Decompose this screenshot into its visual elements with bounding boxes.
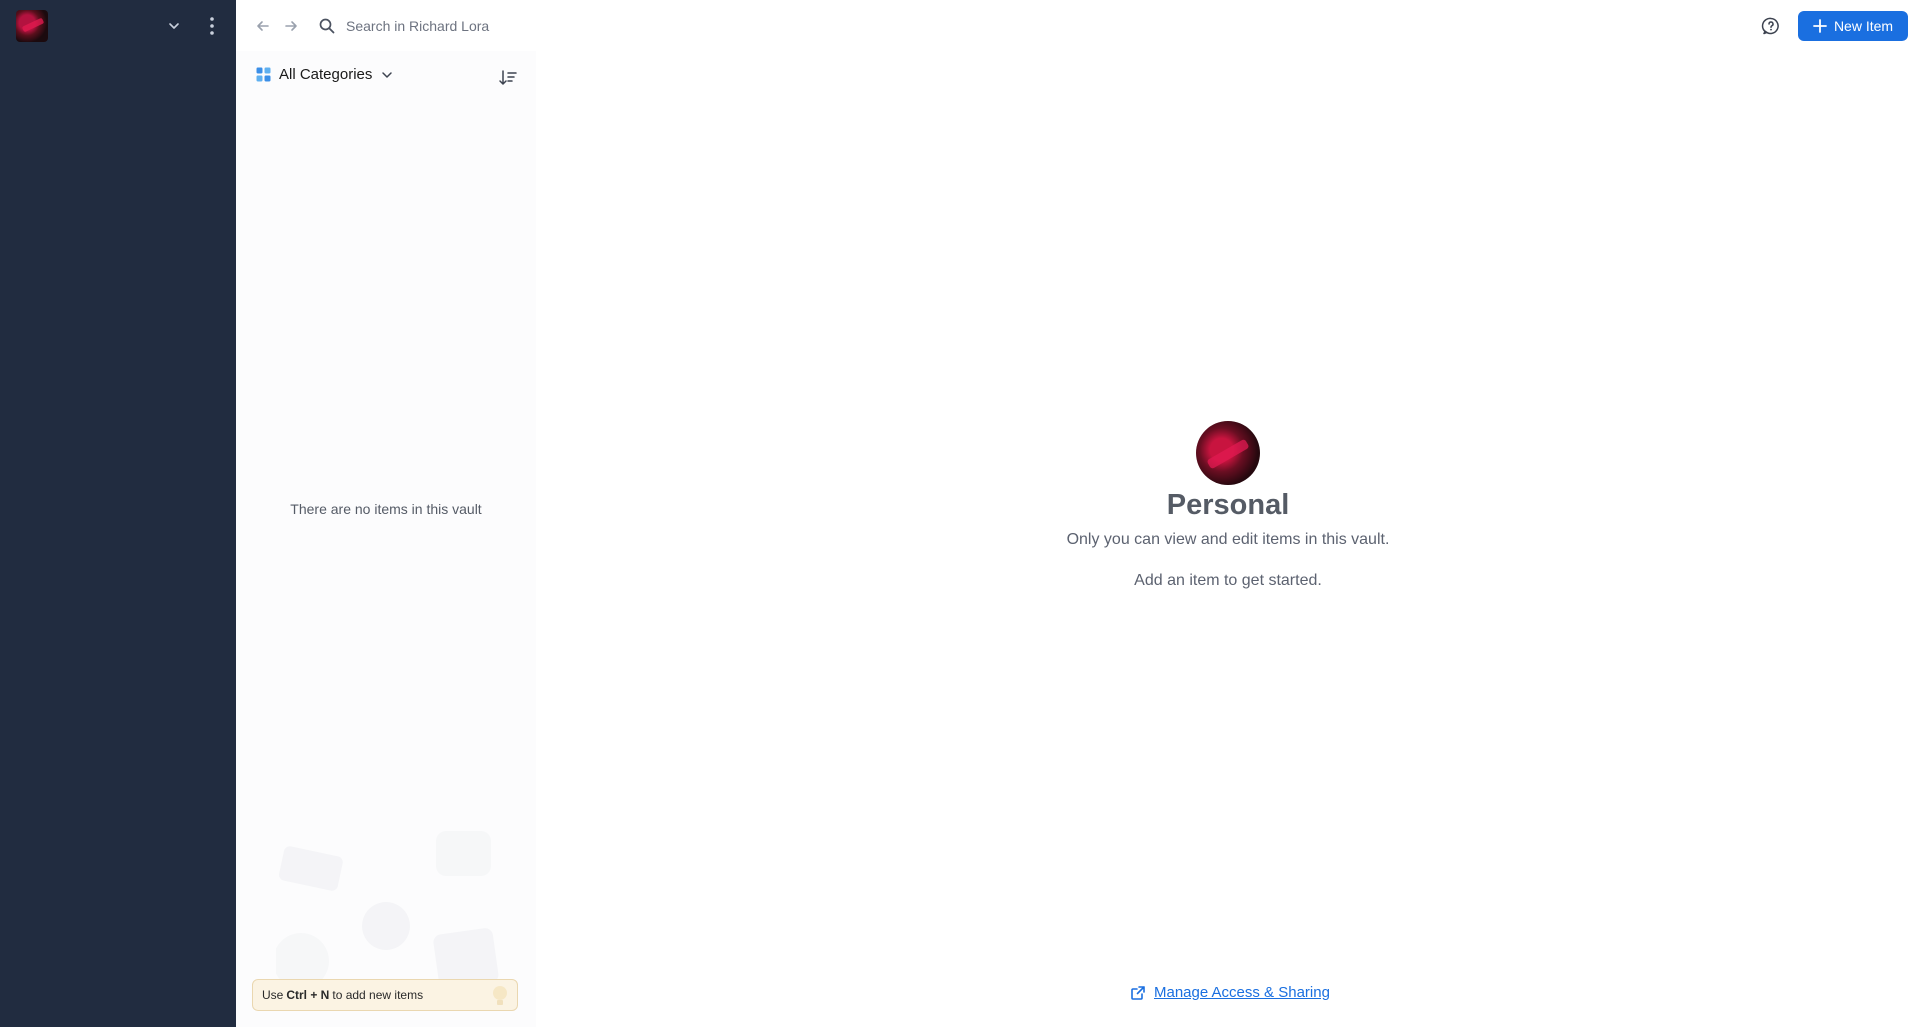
tip-shortcut: Ctrl + N: [286, 988, 330, 1002]
categories-label: All Categories: [279, 66, 373, 83]
vault-description: Only you can view and edit items in this…: [1066, 531, 1390, 548]
grid-icon: [256, 67, 271, 82]
shortcut-tip: Use Ctrl + N to add new items: [252, 979, 518, 1011]
vault-avatar: [1196, 421, 1260, 485]
categories-dropdown[interactable]: All Categories: [256, 66, 394, 83]
empty-list-message: There are no items in this vault: [290, 501, 482, 517]
back-arrow-icon[interactable]: [254, 17, 272, 35]
tip-prefix: Use: [262, 988, 284, 1002]
tip-suffix: to add new items: [332, 988, 424, 1002]
lightbulb-icon: [493, 986, 507, 1005]
plus-icon: [1813, 19, 1827, 33]
chevron-down-icon[interactable]: [166, 18, 182, 34]
top-bar: New Item: [236, 0, 1920, 51]
vault-hint: Add an item to get started.: [1134, 572, 1322, 589]
sort-icon[interactable]: [498, 68, 518, 88]
chevron-down-icon: [382, 71, 393, 78]
vault-detail-pane: Personal Only you can view and edit item…: [536, 51, 1920, 1027]
new-item-button[interactable]: New Item: [1798, 11, 1908, 41]
vault-title: Personal: [1166, 489, 1290, 521]
search-input[interactable]: [344, 17, 648, 35]
search-icon: [319, 18, 335, 34]
search-bar[interactable]: [318, 10, 713, 42]
external-link-icon: [1131, 985, 1145, 1000]
help-icon[interactable]: [1761, 16, 1781, 36]
manage-access-link[interactable]: Manage Access & Sharing: [1130, 984, 1330, 1001]
manage-access-label: Manage Access & Sharing: [1154, 984, 1330, 1001]
sidebar: [0, 0, 236, 1027]
forward-arrow-icon[interactable]: [282, 17, 300, 35]
new-item-label: New Item: [1833, 18, 1894, 34]
more-vertical-icon[interactable]: [204, 15, 220, 37]
account-avatar[interactable]: [16, 10, 48, 42]
item-list-pane: All Categories There are no items in thi…: [236, 51, 536, 1027]
